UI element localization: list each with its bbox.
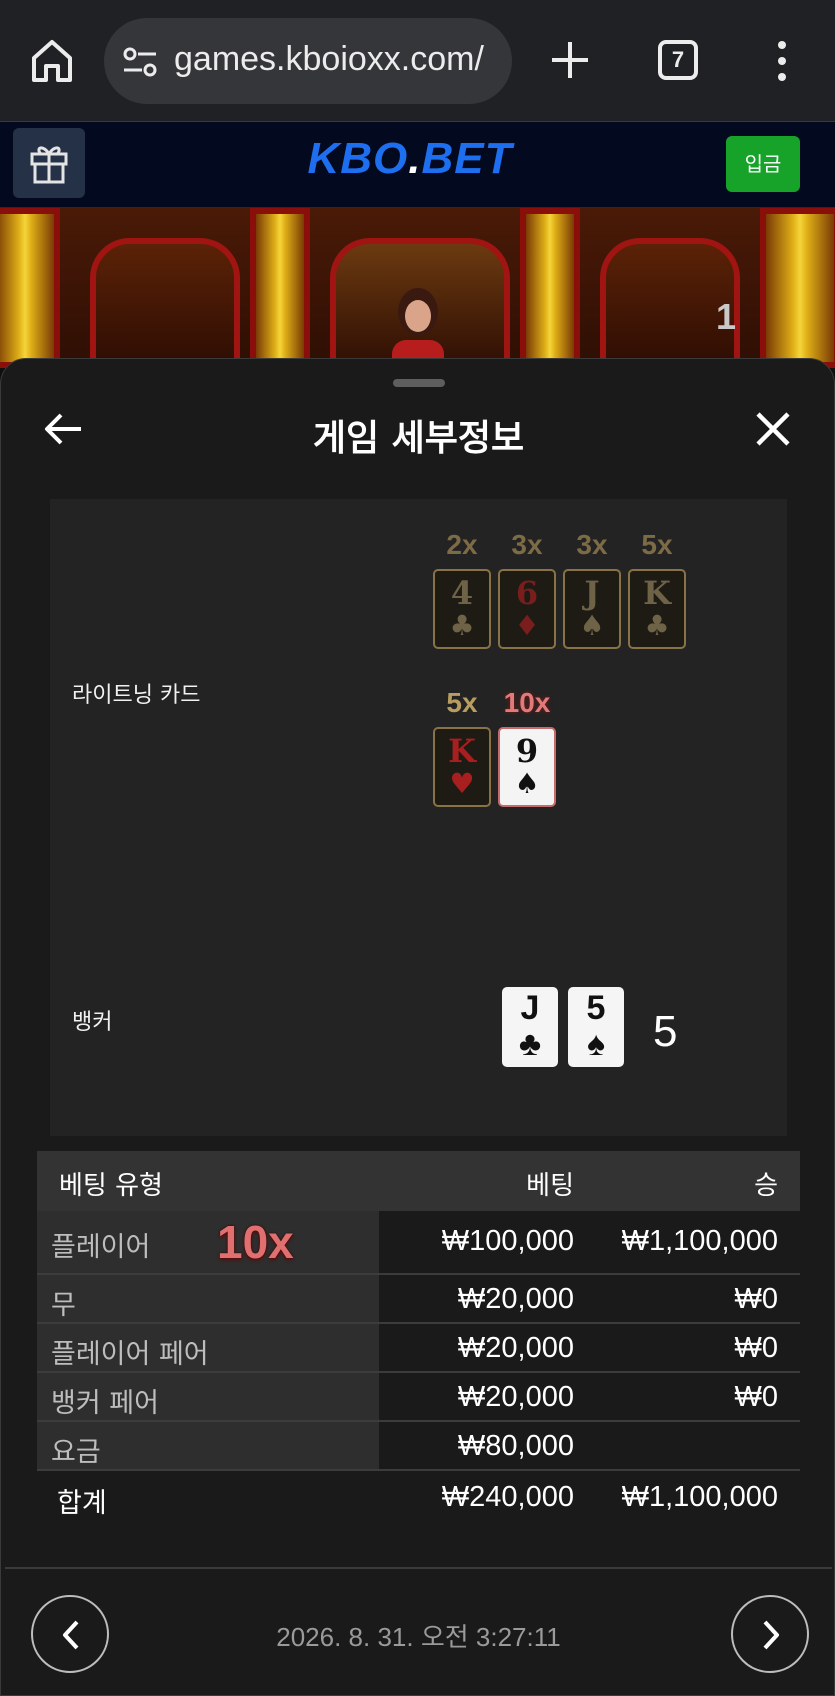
table-row: 무 ₩20,000 ₩0 <box>37 1275 800 1324</box>
divider <box>5 1567 832 1569</box>
lightning-multiplier: 10x <box>503 687 551 718</box>
lightning-multiplier: 3x <box>576 529 608 560</box>
chevron-right-icon <box>763 1620 779 1650</box>
deposit-button[interactable]: 입금 <box>726 136 800 192</box>
table-row: 뱅커 페어 ₩20,000 ₩0 <box>37 1373 800 1422</box>
lightning-multiplier: 5x <box>641 529 673 560</box>
gift-button[interactable] <box>13 128 85 198</box>
bet-amount: ₩20,000 <box>457 1381 574 1413</box>
round-timestamp: 2026. 8. 31. 오전 3:27:11 <box>276 1622 561 1652</box>
drag-handle[interactable] <box>393 379 445 387</box>
close-icon[interactable] <box>755 411 791 447</box>
home-icon[interactable] <box>30 38 74 84</box>
bet-type: 요금 <box>51 1437 101 1468</box>
plus-icon[interactable] <box>548 38 592 82</box>
lightning-multiplier: 2x <box>446 529 478 560</box>
row-multiplier: 10x <box>217 1216 294 1268</box>
lightning-card: K ♥ <box>433 727 491 807</box>
total-win: ₩1,100,000 <box>621 1481 778 1513</box>
address-bar[interactable]: games.kboioxx.com/ <box>104 18 512 104</box>
header-bet: 베팅 <box>526 1171 574 1201</box>
video-counter: 1 <box>716 296 737 337</box>
bet-type: 플레이어 <box>51 1232 151 1263</box>
lightning-card: 9 ♠ <box>498 727 556 807</box>
banker-label: 뱅커 <box>72 1010 113 1035</box>
lightning-card: 4 ♣ <box>433 569 491 649</box>
tab-switcher-button[interactable]: 7 <box>658 40 698 80</box>
live-video[interactable]: 1 <box>0 208 835 368</box>
brand-logo[interactable]: KBO.BET <box>300 134 520 184</box>
table-header: 베팅 유형 베팅 승 <box>37 1151 800 1211</box>
bet-amount: ₩80,000 <box>457 1430 574 1462</box>
bet-type: 무 <box>51 1290 76 1321</box>
win-amount: ₩0 <box>734 1381 779 1413</box>
lightning-multiplier: 3x <box>511 529 543 560</box>
lightning-card: K ♣ <box>628 569 686 649</box>
next-round-button[interactable] <box>731 1595 809 1673</box>
lightning-card: J ♠ <box>563 569 621 649</box>
bet-type: 뱅커 페어 <box>51 1388 159 1419</box>
header-bet-type: 베팅 유형 <box>59 1171 163 1201</box>
banker-score: 5 <box>653 1007 678 1056</box>
table-row: 요금 ₩80,000 <box>37 1422 800 1471</box>
banker-card: J ♣ <box>502 987 558 1067</box>
url-text[interactable]: games.kboioxx.com/ <box>174 40 484 79</box>
bet-amount: ₩100,000 <box>441 1225 574 1257</box>
site-header: KBO.BET 입금 <box>0 122 835 208</box>
total-label: 합계 <box>57 1488 107 1519</box>
gift-icon <box>30 146 68 184</box>
win-amount: ₩0 <box>734 1283 779 1315</box>
lightning-multiplier: 5x <box>446 687 478 718</box>
bet-amount: ₩20,000 <box>457 1332 574 1364</box>
table-row: 플레이어 페어 ₩20,000 ₩0 <box>37 1324 800 1373</box>
total-row: 합계 ₩240,000 ₩1,100,000 <box>37 1471 800 1523</box>
total-bet: ₩240,000 <box>441 1481 574 1513</box>
banker-card: 5 ♠ <box>568 987 624 1067</box>
sheet-title: 게임 세부정보 <box>312 418 525 459</box>
lightning-cards-label: 라이트닝 카드 <box>72 683 201 708</box>
browser-toolbar: games.kboioxx.com/ 7 <box>0 0 835 122</box>
win-amount: ₩0 <box>734 1332 779 1364</box>
site-settings-icon[interactable] <box>122 46 158 78</box>
bet-amount: ₩20,000 <box>457 1283 574 1315</box>
cards-panel: 라이트닝 카드 2x 4 ♣ 3x 6 ♦ 3x J ♠ 5x K ♣ 5x K ♥ 10… <box>50 499 787 1136</box>
game-details-sheet: 게임 세부정보 라이트닝 카드 2x 4 ♣ 3x 6 ♦ 3x J ♠ 5x K ♣ … <box>0 358 835 1696</box>
bet-type: 플레이어 페어 <box>51 1339 209 1370</box>
win-amount: ₩1,100,000 <box>621 1225 778 1257</box>
table-row: 플레이어 10x ₩100,000 ₩1,100,000 <box>37 1211 800 1275</box>
lightning-card: 6 ♦ <box>498 569 556 649</box>
header-win: 승 <box>754 1171 778 1201</box>
more-vert-icon[interactable] <box>772 40 792 82</box>
dealer-image <box>392 288 444 368</box>
